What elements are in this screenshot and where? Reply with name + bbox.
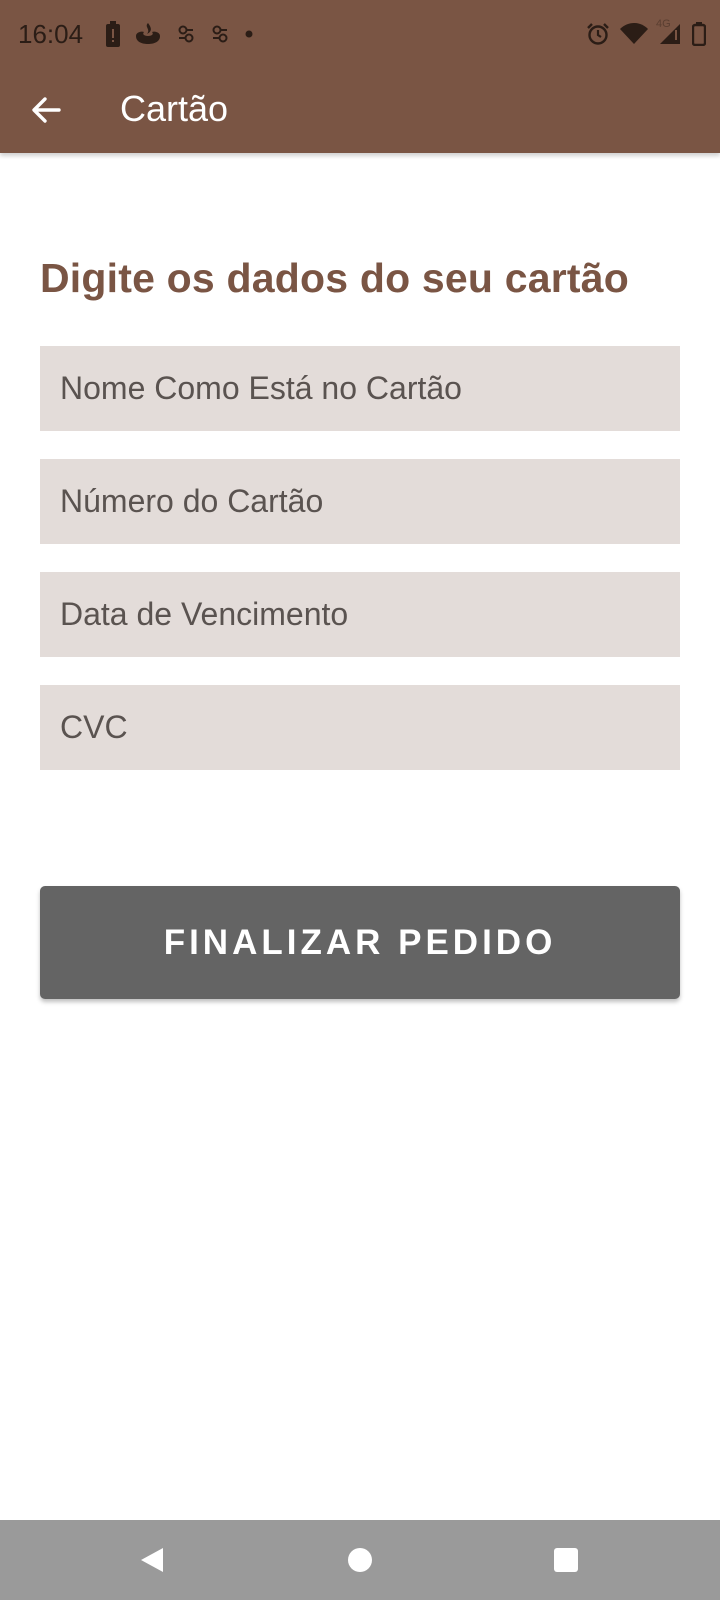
finalize-order-button[interactable]: FINALIZAR PEDIDO: [40, 886, 680, 999]
battery-alert-icon: [106, 21, 120, 47]
status-left-icons: [106, 20, 254, 48]
status-bar: 16:04 4G: [0, 0, 720, 68]
expiry-date-input[interactable]: [60, 596, 660, 633]
card-number-field: [40, 459, 680, 544]
screen: 16:04 4G Cartão Digite os dados do seu c…: [0, 0, 720, 1600]
app-notification-icon: [210, 24, 230, 44]
cvc-input[interactable]: [60, 709, 660, 746]
app-notification-icon: [176, 24, 196, 44]
santander-icon: [134, 22, 162, 46]
back-button[interactable]: [20, 84, 72, 136]
card-name-input[interactable]: [60, 370, 660, 407]
nav-home-button[interactable]: [338, 1538, 382, 1582]
card-number-input[interactable]: [60, 483, 660, 520]
nav-recents-button[interactable]: [544, 1538, 588, 1582]
arrow-back-icon: [31, 96, 61, 124]
expiry-date-field: [40, 572, 680, 657]
cvc-field: [40, 685, 680, 770]
status-time: 16:04: [18, 19, 84, 49]
network-type-label: 4G: [656, 18, 671, 30]
alarm-icon: [586, 22, 610, 46]
finalize-order-label: FINALIZAR PEDIDO: [163, 922, 557, 962]
form-heading: Digite os dados do seu cartão: [40, 255, 630, 301]
nav-back-button[interactable]: [130, 1538, 174, 1582]
signal-icon: 4G: [656, 18, 682, 46]
card-name-field: [40, 346, 680, 431]
system-nav-bar: [0, 1520, 720, 1600]
app-bar: Cartão: [0, 68, 720, 153]
top-bar: 16:04 4G Cartão: [0, 0, 720, 153]
back-triangle-icon: [139, 1546, 165, 1574]
status-right-icons: 4G: [586, 18, 706, 48]
home-circle-icon: [347, 1547, 373, 1573]
recents-square-icon: [553, 1547, 579, 1573]
wifi-icon: [620, 23, 648, 45]
more-dot-icon: [244, 29, 254, 39]
page-title: Cartão: [120, 88, 229, 129]
battery-icon: [692, 22, 706, 46]
